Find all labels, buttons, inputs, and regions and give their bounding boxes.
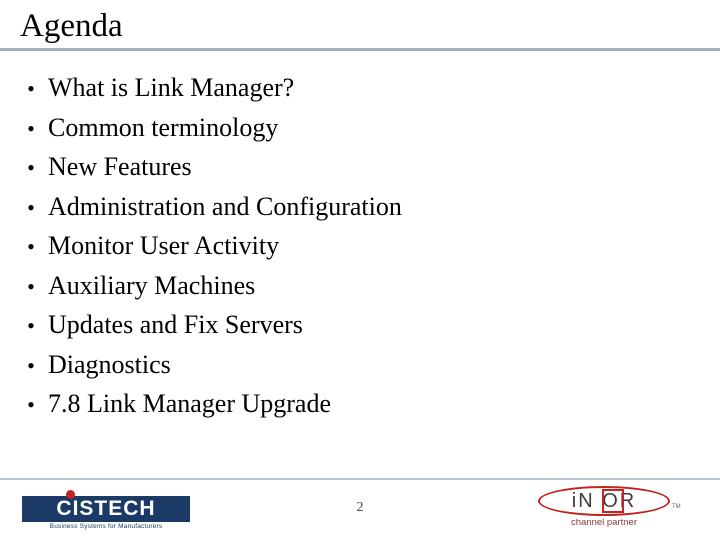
list-item: • Common terminology [14,108,614,148]
list-item-label: Updates and Fix Servers [48,310,303,339]
list-item-label: New Features [48,152,192,181]
infor-trademark: TM [672,504,681,510]
cistech-logo: CISTECH Business Systems for Manufacture… [22,490,192,534]
list-item: • Updates and Fix Servers [14,305,614,345]
list-item-label: Common terminology [48,112,279,142]
list-item: • New Features [14,147,614,187]
list-item-label: Auxiliary Machines [48,270,256,300]
bullet-marker-icon: • [27,273,35,299]
list-item-label: 7.8 Link Manager Upgrade [48,389,332,418]
bullet-marker-icon: • [27,352,35,378]
bullet-marker-icon: • [27,234,35,259]
page-title: Agenda [20,8,123,44]
bullet-marker-icon: • [27,155,35,180]
list-item-label: Administration and Configuration [48,191,402,221]
bullet-marker-icon: • [27,76,35,101]
infor-tagline: channel partner [570,517,638,528]
bullet-marker-icon: • [27,115,35,141]
list-item-label: Diagnostics [48,349,171,379]
cistech-tagline: Business Systems for Manufacturers [49,523,163,530]
list-item-label: What is Link Manager? [48,73,295,102]
title-divider [0,48,720,51]
infor-logo: iN OR TM channel partner [538,486,684,534]
infor-box-icon [602,489,624,513]
list-item: • Monitor User Activity [14,226,614,266]
list-item: • Diagnostics [14,345,614,385]
bullet-marker-icon: • [27,194,35,220]
list-item: • What is Link Manager? [14,68,614,108]
list-item-label: Monitor User Activity [48,231,280,260]
list-item: • Administration and Configuration [14,187,614,227]
list-item: • Auxiliary Machines [14,266,614,306]
footer-divider [0,478,720,480]
bullet-marker-icon: • [27,392,35,417]
slide: Agenda • What is Link Manager? • Common … [0,0,720,540]
cistech-dot-icon [66,490,75,499]
bullet-list: • What is Link Manager? • Common termino… [14,68,614,424]
list-item: • 7.8 Link Manager Upgrade [14,384,614,424]
cistech-wordmark: CISTECH [56,497,156,520]
bullet-marker-icon: • [27,313,35,338]
